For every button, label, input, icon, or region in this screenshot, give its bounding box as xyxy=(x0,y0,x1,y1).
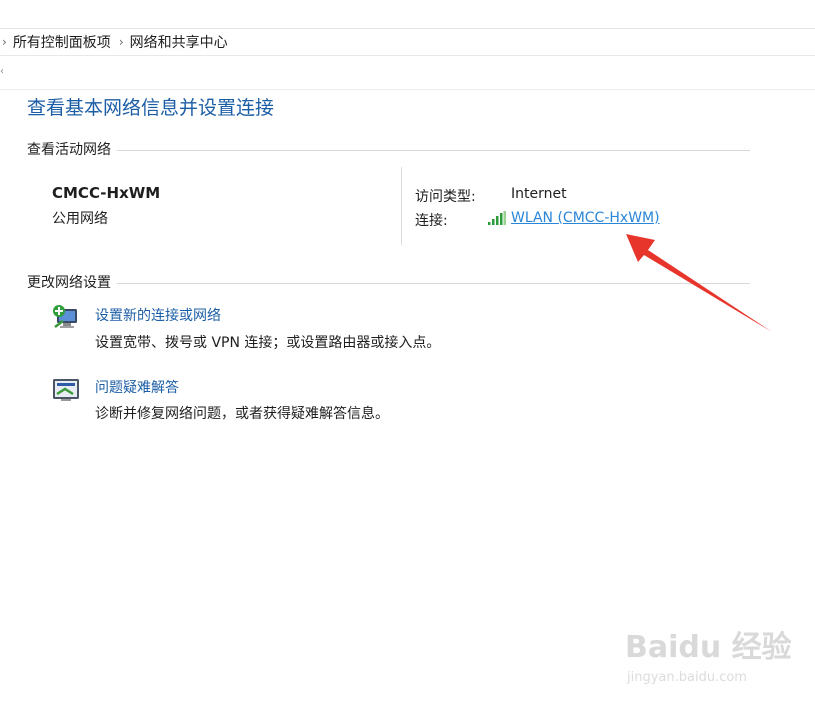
network-name: CMCC-HxWM xyxy=(52,184,161,202)
section-divider xyxy=(27,283,750,284)
network-type-link[interactable]: 公用网络 xyxy=(52,208,108,228)
wifi-signal-icon xyxy=(488,211,506,225)
connection-label: 连接: xyxy=(415,213,448,229)
active-networks-heading: 查看活动网络 xyxy=(27,139,117,159)
chevron-left-icon[interactable]: ‹ xyxy=(0,66,4,77)
page-title: 查看基本网络信息并设置连接 xyxy=(27,97,275,119)
setup-connection-description: 设置宽带、拨号或 VPN 连接；或设置路由器或接入点。 xyxy=(95,335,441,351)
breadcrumb: › 所有控制面板项 › 网络和共享中心 xyxy=(0,29,815,55)
troubleshoot-icon[interactable] xyxy=(51,376,81,404)
change-settings-heading: 更改网络设置 xyxy=(27,272,117,292)
setup-connection-link[interactable]: 设置新的连接或网络 xyxy=(95,305,221,325)
access-type-value: Internet xyxy=(511,186,567,202)
chevron-right-icon[interactable]: › xyxy=(119,35,124,49)
chevron-right-icon[interactable]: › xyxy=(2,35,7,49)
troubleshoot-description: 诊断并修复网络问题，或者获得疑难解答信息。 xyxy=(95,406,389,422)
section-divider xyxy=(27,150,750,151)
breadcrumb-item-control-panel[interactable]: 所有控制面板项 xyxy=(13,32,111,52)
toolbar-border xyxy=(0,89,815,90)
breadcrumb-item-network-center[interactable]: 网络和共享中心 xyxy=(130,32,228,52)
address-bar-border xyxy=(0,55,815,56)
vertical-divider xyxy=(401,167,402,245)
watermark-logo: Baidu 经验 xyxy=(625,630,792,665)
new-connection-icon[interactable] xyxy=(51,303,81,331)
watermark-url: jingyan.baidu.com xyxy=(627,670,747,685)
wlan-connection-link[interactable]: WLAN (CMCC-HxWM) xyxy=(511,210,660,226)
troubleshoot-link[interactable]: 问题疑难解答 xyxy=(95,377,179,397)
access-type-label: 访问类型: xyxy=(415,189,476,205)
